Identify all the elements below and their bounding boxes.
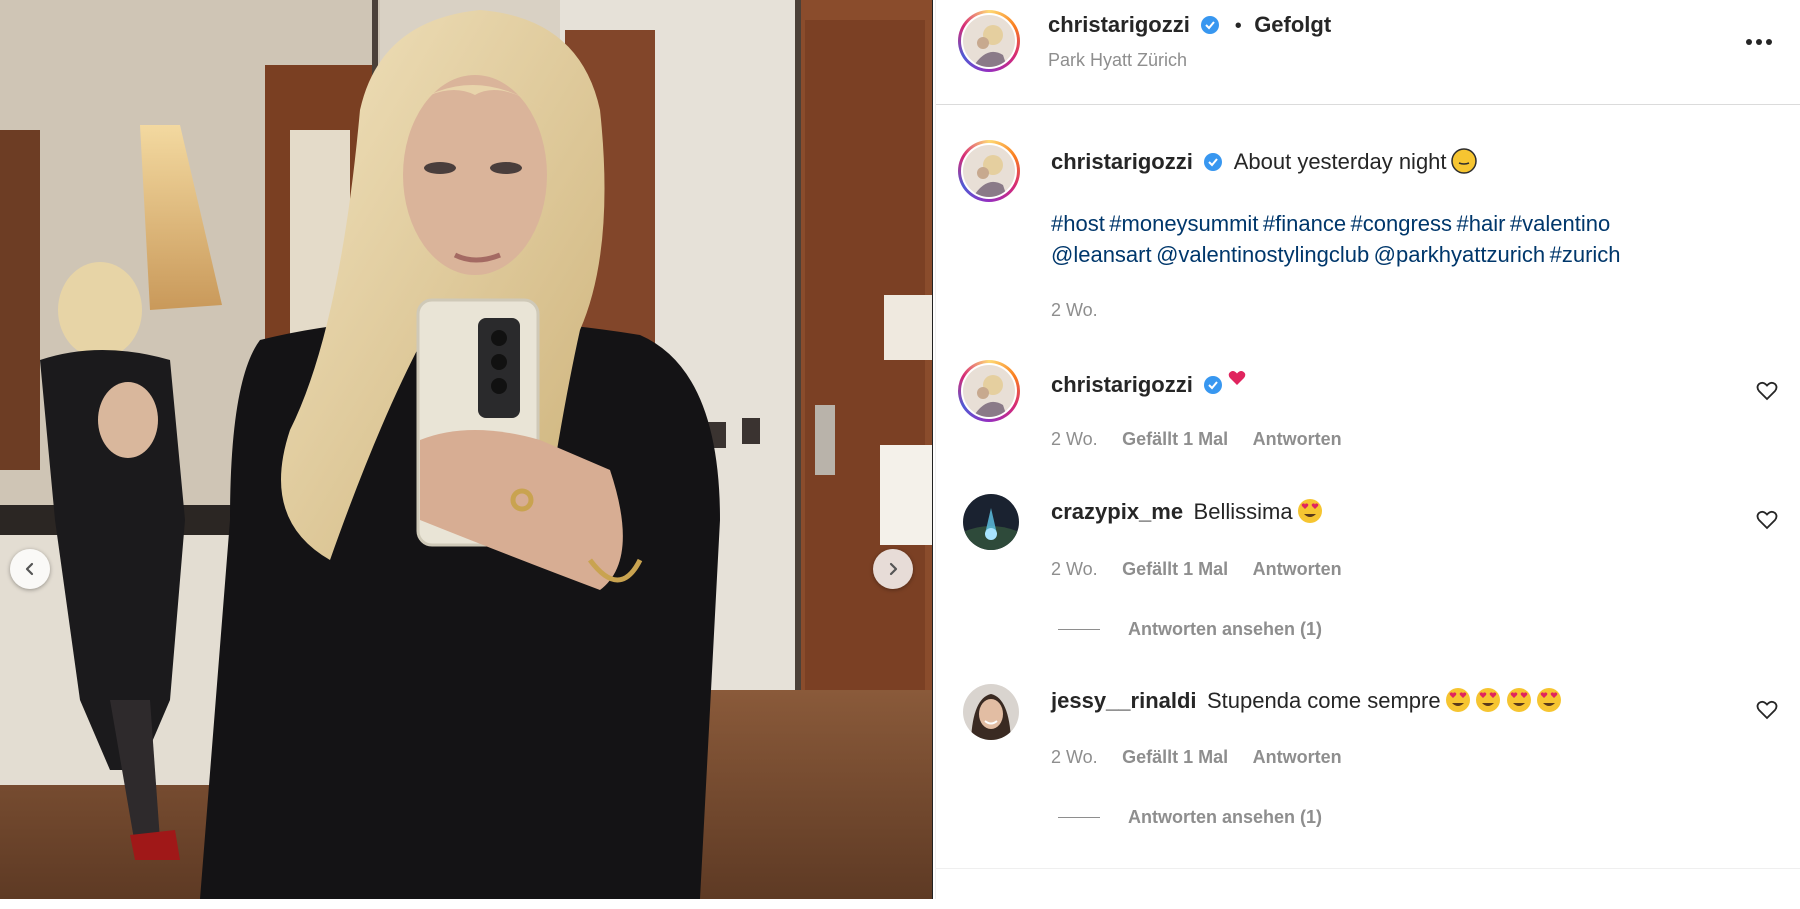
avatar-image — [963, 365, 1015, 417]
hashtag-link[interactable]: #congress — [1351, 211, 1453, 236]
red-heart-icon — [1228, 371, 1246, 385]
replies-dash — [1058, 817, 1100, 818]
hashtag-link[interactable]: #finance — [1263, 211, 1346, 236]
mention-link[interactable]: @valentinostylingclub — [1156, 242, 1369, 267]
comment-line: christarigozzi — [1051, 370, 1246, 398]
caption-tags-line-1: #host #moneysummit #finance #congress #h… — [1051, 211, 1610, 237]
comment-line: jessy__rinaldi Stupenda come sempre — [1051, 687, 1562, 714]
comment-line: crazypix_me Bellissima — [1051, 498, 1323, 525]
like-comment-button[interactable] — [1753, 696, 1781, 724]
caption-username[interactable]: christarigozzi — [1051, 149, 1193, 174]
hashtag-link[interactable]: #zurich — [1550, 242, 1621, 267]
comment-timestamp[interactable]: 2 Wo. — [1051, 559, 1098, 579]
view-replies-label: Antworten ansehen (1) — [1128, 619, 1323, 639]
comment-likes[interactable]: Gefällt 1 Mal — [1122, 747, 1228, 767]
next-photo-button[interactable] — [873, 549, 913, 589]
caption-line: christarigozzi About yesterday night — [1051, 148, 1477, 175]
caption-author-avatar[interactable] — [958, 140, 1020, 202]
comment-likes[interactable]: Gefällt 1 Mal — [1122, 429, 1228, 449]
heart-icon — [1756, 700, 1778, 720]
comment-meta: 2 Wo. Gefällt 1 Mal Antworten — [1051, 559, 1342, 580]
comment-username[interactable]: crazypix_me — [1051, 499, 1183, 524]
mention-link[interactable]: @leansart — [1051, 242, 1152, 267]
previous-photo-button[interactable] — [10, 549, 50, 589]
like-comment-button[interactable] — [1753, 377, 1781, 405]
replies-dash — [1058, 629, 1100, 630]
post-location[interactable]: Park Hyatt Zürich — [1048, 50, 1187, 71]
follow-status[interactable]: Gefolgt — [1254, 12, 1331, 37]
reply-button[interactable]: Antworten — [1253, 747, 1342, 767]
author-avatar[interactable] — [958, 10, 1020, 72]
separator-dot: • — [1234, 15, 1242, 37]
comment-likes[interactable]: Gefällt 1 Mal — [1122, 559, 1228, 579]
heart-eyes-emoji-icon — [1298, 499, 1323, 523]
post-details-panel: christarigozzi • Gefolgt Park Hyatt Züri… — [935, 0, 1800, 899]
caption-text: About yesterday night — [1233, 149, 1447, 174]
comment-text: Stupenda come sempre — [1207, 688, 1441, 713]
comment-meta: 2 Wo. Gefällt 1 Mal Antworten — [1051, 747, 1342, 768]
comment-avatar[interactable] — [958, 360, 1020, 422]
comment-meta: 2 Wo. Gefällt 1 Mal Antworten — [1051, 429, 1342, 450]
more-options-button[interactable] — [1741, 28, 1777, 56]
hashtag-link[interactable]: #valentino — [1510, 211, 1610, 236]
mirror-frame-divider — [932, 0, 933, 899]
comment-timestamp[interactable]: 2 Wo. — [1051, 747, 1098, 767]
reply-button[interactable]: Antworten — [1253, 429, 1342, 449]
heart-icon — [1756, 381, 1778, 401]
caption-timestamp[interactable]: 2 Wo. — [1051, 300, 1098, 321]
like-comment-button[interactable] — [1753, 506, 1781, 534]
view-replies-button[interactable]: Antworten ansehen (1) — [1058, 619, 1322, 640]
mirror-selfie-photo — [0, 0, 933, 899]
verified-badge-icon — [1204, 153, 1223, 171]
post-header: christarigozzi • Gefolgt Park Hyatt Züri… — [936, 0, 1800, 105]
verified-badge-icon — [1201, 16, 1220, 34]
comment-timestamp[interactable]: 2 Wo. — [1051, 429, 1098, 449]
author-username[interactable]: christarigozzi — [1048, 12, 1190, 37]
comment-username[interactable]: christarigozzi — [1051, 372, 1193, 397]
hashtag-link[interactable]: #hair — [1457, 211, 1506, 236]
heart-eyes-emoji-icon — [1446, 688, 1471, 712]
reply-button[interactable]: Antworten — [1253, 559, 1342, 579]
heart-eyes-emoji-icon — [1476, 688, 1501, 712]
verified-badge-icon — [1204, 376, 1223, 394]
caption-tags-line-2: @leansart @valentinostylingclub @parkhya… — [1051, 242, 1621, 268]
post-actions-bar — [936, 868, 1800, 909]
heart-eyes-emoji-icon — [1537, 688, 1562, 712]
view-replies-label: Antworten ansehen (1) — [1128, 807, 1323, 827]
comment-username[interactable]: jessy__rinaldi — [1051, 688, 1197, 713]
heart-eyes-emoji-icon — [1506, 688, 1531, 712]
comment-text: Bellissima — [1193, 499, 1293, 524]
avatar-image — [963, 145, 1015, 197]
face-emoji-icon — [1451, 148, 1477, 174]
post-photo[interactable] — [0, 0, 933, 899]
avatar-image — [963, 15, 1015, 67]
avatar-image — [963, 684, 1019, 740]
hashtag-link[interactable]: #moneysummit — [1109, 211, 1258, 236]
chevron-right-icon — [889, 562, 898, 576]
avatar-image — [963, 494, 1019, 550]
more-horizontal-icon — [1746, 39, 1772, 45]
comment-avatar[interactable] — [963, 684, 1019, 740]
mention-link[interactable]: @parkhyattzurich — [1374, 242, 1546, 267]
view-replies-button[interactable]: Antworten ansehen (1) — [1058, 807, 1322, 828]
heart-icon — [1756, 510, 1778, 530]
hashtag-link[interactable]: #host — [1051, 211, 1105, 236]
comment-avatar[interactable] — [963, 494, 1019, 550]
chevron-left-icon — [25, 562, 34, 576]
